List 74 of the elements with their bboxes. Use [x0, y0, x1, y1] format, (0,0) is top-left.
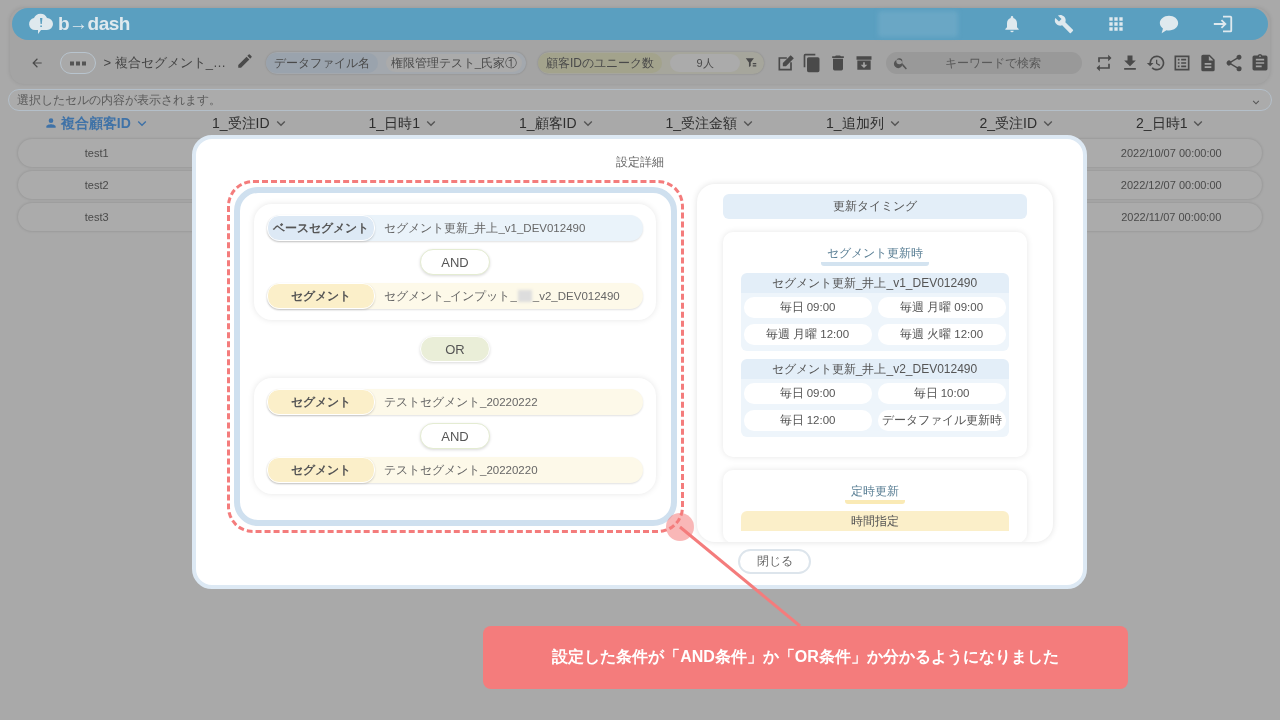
- more-button[interactable]: [60, 52, 96, 74]
- segment-type-label: セグメント: [267, 457, 375, 483]
- segment-name: テストセグメント_20220222: [384, 394, 538, 410]
- close-button[interactable]: 閉じる: [738, 549, 811, 574]
- archive-icon[interactable]: [854, 53, 874, 73]
- dots-icon: [68, 60, 87, 66]
- table-cell-text: test1: [83, 147, 110, 159]
- redacted-block: [517, 290, 532, 302]
- unique-count-value: 9人: [670, 54, 740, 72]
- schedule-chip: 毎週 月曜 12:00: [743, 324, 872, 345]
- back-arrow-icon[interactable]: [30, 56, 44, 70]
- operator-label: OR: [420, 336, 490, 362]
- filter-icon[interactable]: [744, 56, 758, 70]
- segment-type-label: ベースセグメント: [267, 215, 375, 241]
- callout-text: 設定した条件が「AND条件」か「OR条件」か分かるようになりました: [483, 626, 1128, 689]
- column-header[interactable]: 2_日時1: [1094, 115, 1248, 131]
- table-cell-text: 2022/11/07 00:00:00: [1120, 211, 1223, 223]
- apps-grid-icon[interactable]: [1106, 14, 1126, 34]
- table-cell-text: 2022/12/07 00:00:00: [1119, 179, 1223, 191]
- segment-name: 時間指定: [740, 511, 1009, 531]
- segment-name: テストセグメント_20220220: [384, 462, 538, 478]
- wrench-icon[interactable]: [1054, 14, 1074, 34]
- section-title: 定時更新: [844, 484, 905, 504]
- column-header[interactable]: 1_受注金額: [634, 115, 788, 131]
- unique-count-label: 顧客IDのユニーク数: [538, 53, 662, 73]
- table-cell-text: test3: [83, 211, 110, 223]
- chat-bubble-icon[interactable]: [1158, 13, 1180, 35]
- column-header[interactable]: 1_受注ID: [173, 115, 327, 131]
- segment-name: セグメント_インプット_: [384, 288, 517, 304]
- data-file-label: データファイル名: [266, 53, 378, 73]
- copy-icon[interactable]: [802, 53, 822, 73]
- clipboard-icon[interactable]: [1250, 53, 1270, 73]
- table-cell-text: test2: [83, 179, 110, 191]
- document-icon[interactable]: [1198, 53, 1218, 73]
- breadcrumb: > 複合セグメント_…: [103, 54, 226, 72]
- share-icon[interactable]: [1224, 53, 1244, 73]
- operator-label: AND: [420, 423, 490, 449]
- repeat-icon[interactable]: [1094, 53, 1114, 73]
- dialog-title: 設定詳細: [615, 154, 664, 171]
- schedule-chip: 毎日 09:00: [743, 297, 872, 318]
- schedule-chip: 毎日 09:00: [743, 383, 872, 404]
- edit-icon[interactable]: [776, 53, 796, 73]
- operator-label: AND: [420, 249, 490, 275]
- column-header[interactable]: 2_受注ID: [941, 115, 1095, 131]
- pencil-icon[interactable]: [236, 52, 254, 70]
- column-header[interactable]: 1_日時1: [327, 115, 481, 131]
- schedule-chip: 毎週 火曜 12:00: [877, 324, 1006, 345]
- search-field[interactable]: キーワードで検索: [886, 52, 1082, 74]
- column-header[interactable]: 1_顧客ID: [480, 115, 634, 131]
- segment-name: セグメント更新_井上_v1_DEV012490: [740, 273, 1009, 293]
- cloud-logo-icon: [28, 12, 54, 36]
- person-icon: [43, 116, 58, 130]
- login-icon[interactable]: [1212, 13, 1234, 35]
- search-icon: [893, 55, 909, 71]
- segment-name: _v2_DEV012490: [532, 290, 620, 302]
- segment-name: セグメント更新_井上_v2_DEV012490: [740, 359, 1009, 379]
- logo-text: b→dash: [58, 13, 130, 35]
- section-title: セグメント更新時: [820, 246, 929, 266]
- history-icon[interactable]: [1146, 53, 1166, 73]
- table-cell-text: 2022/10/07 00:00:00: [1119, 147, 1223, 159]
- schedule-chip: 毎日 12:00: [743, 410, 872, 431]
- segment-type-label: セグメント: [267, 283, 375, 309]
- schedule-chip: 毎週 月曜 09:00: [877, 297, 1006, 318]
- bell-icon[interactable]: [1002, 14, 1022, 34]
- segment-name: セグメント更新_井上_v1_DEV012490: [384, 220, 586, 236]
- schedule-chip: 毎日 10:00: [877, 383, 1006, 404]
- data-file-value: 権限管理テスト_氏家①: [386, 54, 522, 72]
- schedule-chip: データファイル更新時: [877, 410, 1006, 431]
- list-icon[interactable]: [1172, 53, 1192, 73]
- cell-content-field[interactable]: 選択したセルの内容が表示されます。: [8, 89, 1272, 111]
- segment-type-label: セグメント: [267, 389, 375, 415]
- column-header[interactable]: 1_追加列: [787, 115, 941, 131]
- pointer-dot: [666, 513, 694, 541]
- timing-title: 更新タイミング: [722, 194, 1027, 219]
